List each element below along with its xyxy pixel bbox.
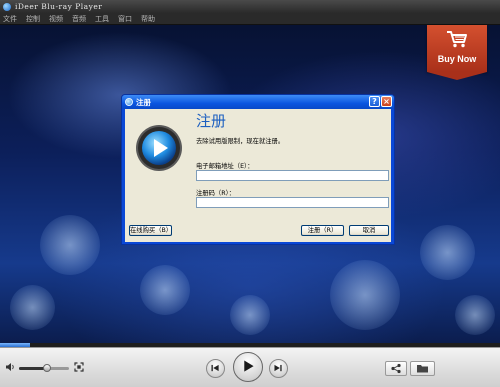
player-window: iDeer Blu-ray Player 文件 控制 视频 音频 工具 窗口 帮… [0, 0, 500, 387]
skip-next-icon [274, 364, 282, 372]
play-icon [244, 360, 254, 372]
registration-code-field[interactable] [196, 197, 389, 208]
previous-button[interactable] [206, 359, 225, 378]
register-dialog: 注册 ? × 注册 去除试用版限制，现在就注册。 电子邮箱地址（E）： 注册码（… [121, 94, 395, 245]
register-button[interactable]: 注册（R） [301, 225, 344, 236]
skip-previous-icon [211, 364, 219, 372]
bokeh-light [330, 260, 400, 330]
play-button[interactable] [233, 352, 263, 382]
control-bar [0, 347, 500, 387]
menu-tools[interactable]: 工具 [95, 13, 109, 25]
share-button[interactable] [385, 361, 407, 376]
volume-slider[interactable] [19, 364, 69, 372]
title-bar: iDeer Blu-ray Player [0, 0, 500, 13]
email-label: 电子邮箱地址（E）： [196, 163, 254, 170]
menu-file[interactable]: 文件 [3, 13, 17, 25]
menu-window[interactable]: 窗口 [118, 13, 132, 25]
bokeh-light [455, 295, 495, 335]
bokeh-light [40, 215, 100, 275]
bokeh-light [230, 295, 270, 335]
play-disc-icon [136, 125, 182, 171]
menu-control[interactable]: 控制 [26, 13, 40, 25]
register-description: 去除试用版限制，现在就注册。 [196, 138, 285, 145]
dialog-app-icon [125, 98, 133, 106]
email-field[interactable] [196, 170, 389, 181]
dialog-title-bar: 注册 ? × [122, 95, 394, 109]
register-heading: 注册 [196, 112, 227, 130]
bokeh-light [140, 265, 190, 315]
app-title: iDeer Blu-ray Player [15, 2, 103, 11]
buy-now-label: Buy Now [437, 54, 477, 64]
dialog-body: 注册 去除试用版限制，现在就注册。 电子邮箱地址（E）： 注册码（R）： 在线购… [125, 109, 391, 242]
next-button[interactable] [269, 359, 288, 378]
volume-knob[interactable] [42, 364, 51, 372]
bokeh-light [10, 285, 55, 330]
cancel-button[interactable]: 取消 [349, 225, 389, 236]
open-folder-button[interactable] [410, 361, 435, 376]
cart-icon [447, 31, 467, 48]
folder-icon [417, 365, 428, 373]
menu-audio[interactable]: 音频 [72, 13, 86, 25]
menu-bar: 文件 控制 视频 音频 工具 窗口 帮助 [0, 13, 500, 25]
menu-help[interactable]: 帮助 [141, 13, 155, 25]
share-icon [391, 363, 401, 374]
help-button[interactable]: ? [369, 96, 380, 107]
code-label: 注册码（R）： [196, 190, 236, 197]
volume-icon[interactable] [5, 362, 15, 372]
dialog-title: 注册 [136, 97, 151, 107]
buy-now-banner[interactable]: Buy Now [427, 25, 487, 80]
buy-online-button[interactable]: 在线购买（B） [129, 225, 172, 236]
app-logo-icon [3, 2, 11, 11]
close-button[interactable]: × [381, 96, 392, 107]
bokeh-light [420, 225, 475, 280]
fullscreen-icon[interactable] [74, 362, 84, 372]
menu-video[interactable]: 视频 [49, 13, 63, 25]
